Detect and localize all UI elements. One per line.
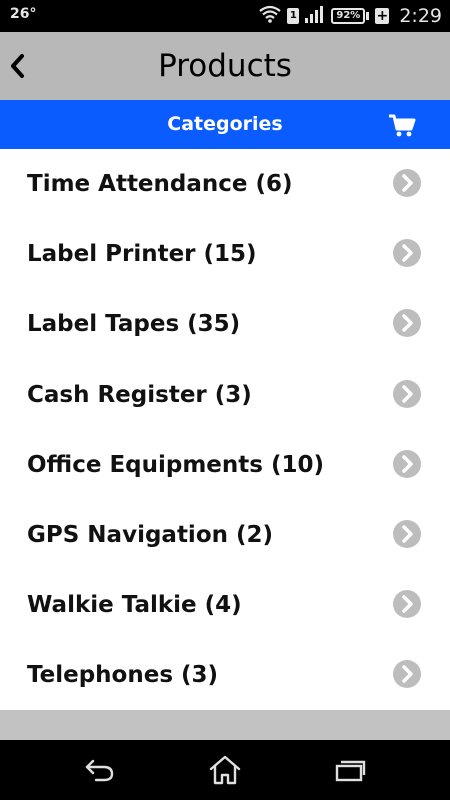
screen: 26° 1 92% + 2:29 Products Categories Tim… bbox=[0, 0, 450, 800]
cart-button[interactable] bbox=[388, 114, 416, 138]
category-label: GPS Navigation (2) bbox=[27, 521, 274, 548]
cart-icon bbox=[389, 114, 416, 137]
temperature-text: 26° bbox=[10, 6, 37, 22]
back-nav-icon bbox=[85, 759, 114, 782]
home-nav-icon bbox=[209, 755, 241, 785]
category-item-cash-register[interactable]: Cash Register (3) bbox=[0, 360, 450, 430]
clock-text: 2:29 bbox=[399, 5, 442, 27]
chevron-right-icon bbox=[393, 239, 421, 268]
chevron-right-icon bbox=[393, 379, 421, 408]
category-item-time-attendance[interactable]: Time Attendance (6) bbox=[0, 149, 450, 219]
categories-bar: Categories bbox=[0, 100, 450, 149]
categories-title: Categories bbox=[167, 113, 283, 135]
chevron-right-icon bbox=[393, 169, 421, 197]
status-bar: 26° 1 92% + 2:29 bbox=[0, 0, 450, 32]
charging-icon: + bbox=[375, 8, 390, 24]
category-label: Time Attendance (6) bbox=[27, 171, 293, 197]
category-label: Office Equipments (10) bbox=[27, 451, 325, 478]
category-item-office-equipments[interactable]: Office Equipments (10) bbox=[0, 430, 450, 500]
category-item-gps-navigation[interactable]: GPS Navigation (2) bbox=[0, 500, 450, 570]
navigation-bar bbox=[0, 740, 450, 800]
wifi-icon bbox=[259, 5, 282, 28]
chevron-right-icon bbox=[393, 309, 421, 338]
chevron-right-icon bbox=[393, 660, 421, 689]
chevron-right-icon bbox=[393, 590, 421, 619]
page-title: Products bbox=[158, 48, 292, 84]
recents-nav-icon bbox=[335, 760, 366, 782]
nav-home-button[interactable] bbox=[205, 750, 245, 790]
category-list: Time Attendance (6) Label Printer (15) L… bbox=[0, 149, 450, 710]
nav-recents-button[interactable] bbox=[330, 750, 370, 790]
back-button[interactable] bbox=[4, 46, 30, 86]
chevron-right-icon bbox=[393, 449, 421, 478]
category-item-label-printer[interactable]: Label Printer (15) bbox=[0, 219, 450, 289]
footer-strip bbox=[0, 710, 450, 740]
category-item-label-tapes[interactable]: Label Tapes (35) bbox=[0, 289, 450, 359]
chevron-right-icon bbox=[393, 519, 421, 548]
battery-icon: 92% bbox=[331, 8, 366, 24]
category-label: Telephones (3) bbox=[27, 662, 219, 689]
nav-back-button[interactable] bbox=[80, 750, 120, 790]
category-item-telephones[interactable]: Telephones (3) bbox=[0, 640, 450, 710]
chevron-left-icon bbox=[11, 54, 24, 78]
category-item-walkie-talkie[interactable]: Walkie Talkie (4) bbox=[0, 570, 450, 640]
sim-icon: 1 bbox=[287, 8, 300, 24]
signal-icon bbox=[305, 5, 325, 28]
category-label: Label Printer (15) bbox=[27, 241, 257, 268]
app-header: Products bbox=[0, 32, 450, 100]
status-icons: 1 92% + 2:29 bbox=[259, 3, 442, 29]
category-label: Cash Register (3) bbox=[27, 381, 252, 408]
category-label: Walkie Talkie (4) bbox=[27, 592, 242, 619]
category-label: Label Tapes (35) bbox=[27, 311, 241, 338]
battery-tip-icon bbox=[366, 12, 370, 20]
